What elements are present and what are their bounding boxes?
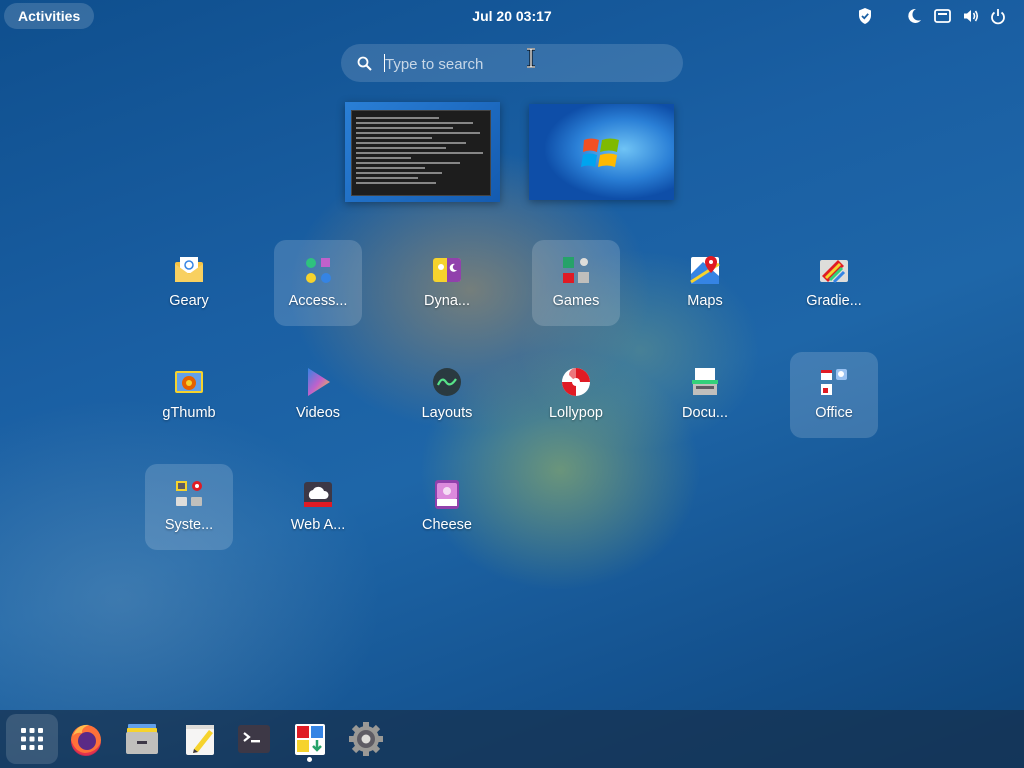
app-document-scanner[interactable]: Docu...: [661, 352, 749, 438]
running-indicator: [307, 757, 312, 762]
document-scanner-icon: [692, 368, 718, 395]
terminal-content: [351, 110, 491, 196]
app-label: Videos: [295, 405, 341, 421]
videos-icon: [308, 368, 330, 396]
mouse-ibeam-cursor-icon: [525, 47, 537, 72]
web-apps-icon: [304, 482, 332, 507]
app-label: Dyna...: [424, 293, 470, 309]
app-grid-icon: [21, 728, 43, 750]
app-label: Web A...: [290, 517, 346, 533]
app-geary[interactable]: Geary: [145, 240, 233, 326]
cheese-icon: [435, 480, 459, 509]
terminal-icon: [238, 725, 270, 753]
app-grid-button[interactable]: [6, 714, 58, 764]
app-folder-games[interactable]: Games: [532, 240, 620, 326]
app-label: Syste...: [164, 517, 214, 533]
windows-logo-icon: [581, 138, 619, 167]
dock-terminal[interactable]: [233, 718, 275, 760]
app-layouts[interactable]: Layouts: [403, 352, 491, 438]
app-maps[interactable]: Maps: [661, 240, 749, 326]
search-icon: [357, 56, 372, 75]
text-editor-icon: [186, 725, 214, 755]
app-folder-accessories[interactable]: Access...: [274, 240, 362, 326]
app-label: Cheese: [422, 517, 472, 533]
app-label: Games: [552, 293, 600, 309]
gradience-icon: [820, 260, 848, 284]
app-label: Layouts: [421, 405, 473, 421]
app-dynamic-wallpaper[interactable]: Dyna...: [403, 240, 491, 326]
app-videos[interactable]: Videos: [274, 352, 362, 438]
app-label: Office: [815, 405, 853, 421]
office-folder-icon: [821, 369, 847, 395]
app-gradience[interactable]: Gradie...: [790, 240, 878, 326]
settings-icon: [349, 722, 383, 756]
volume-icon[interactable]: [962, 7, 980, 25]
firefox-icon: [70, 724, 101, 757]
terminal-window-preview[interactable]: [345, 102, 500, 202]
gthumb-icon: [175, 371, 203, 393]
dash: [0, 710, 1024, 768]
games-folder-icon: [563, 257, 589, 283]
shield-icon[interactable]: [857, 7, 873, 25]
app-label: Access...: [288, 293, 348, 309]
maps-icon: [690, 256, 720, 284]
dock-software[interactable]: [289, 718, 331, 760]
app-label: Maps: [687, 293, 723, 309]
dock-firefox[interactable]: [65, 718, 107, 760]
software-icon: [295, 724, 325, 755]
app-gthumb[interactable]: gThumb: [145, 352, 233, 438]
night-light-icon[interactable]: [906, 7, 922, 25]
app-folder-system[interactable]: Syste...: [145, 464, 233, 550]
app-label: Docu...: [682, 405, 728, 421]
files-icon: [126, 724, 158, 754]
dock-settings[interactable]: [345, 718, 387, 760]
accessibility-folder-icon: [306, 258, 331, 283]
search-entry[interactable]: [341, 44, 683, 82]
power-icon[interactable]: [990, 7, 1006, 25]
lollypop-icon: [562, 368, 590, 396]
system-folder-icon: [176, 481, 202, 506]
dock-files[interactable]: [121, 718, 163, 760]
app-label: Lollypop: [548, 405, 603, 421]
app-folder-office[interactable]: Office: [790, 352, 878, 438]
desktop-window-preview[interactable]: [529, 104, 674, 200]
layouts-icon: [433, 368, 461, 396]
app-label: Gradie...: [806, 293, 862, 309]
dynamic-wallpaper-icon: [433, 258, 461, 282]
dock-text-editor[interactable]: [179, 718, 221, 760]
app-label: gThumb: [162, 405, 216, 421]
top-bar: Activities Jul 20 03:17: [0, 0, 1024, 32]
keyboard-icon[interactable]: [934, 7, 951, 25]
app-cheese[interactable]: Cheese: [403, 464, 491, 550]
mail-icon: [175, 257, 203, 282]
text-caret: [384, 54, 385, 72]
app-label: Geary: [169, 293, 209, 309]
app-web-apps[interactable]: Web A...: [274, 464, 362, 550]
app-lollypop[interactable]: Lollypop: [532, 352, 620, 438]
